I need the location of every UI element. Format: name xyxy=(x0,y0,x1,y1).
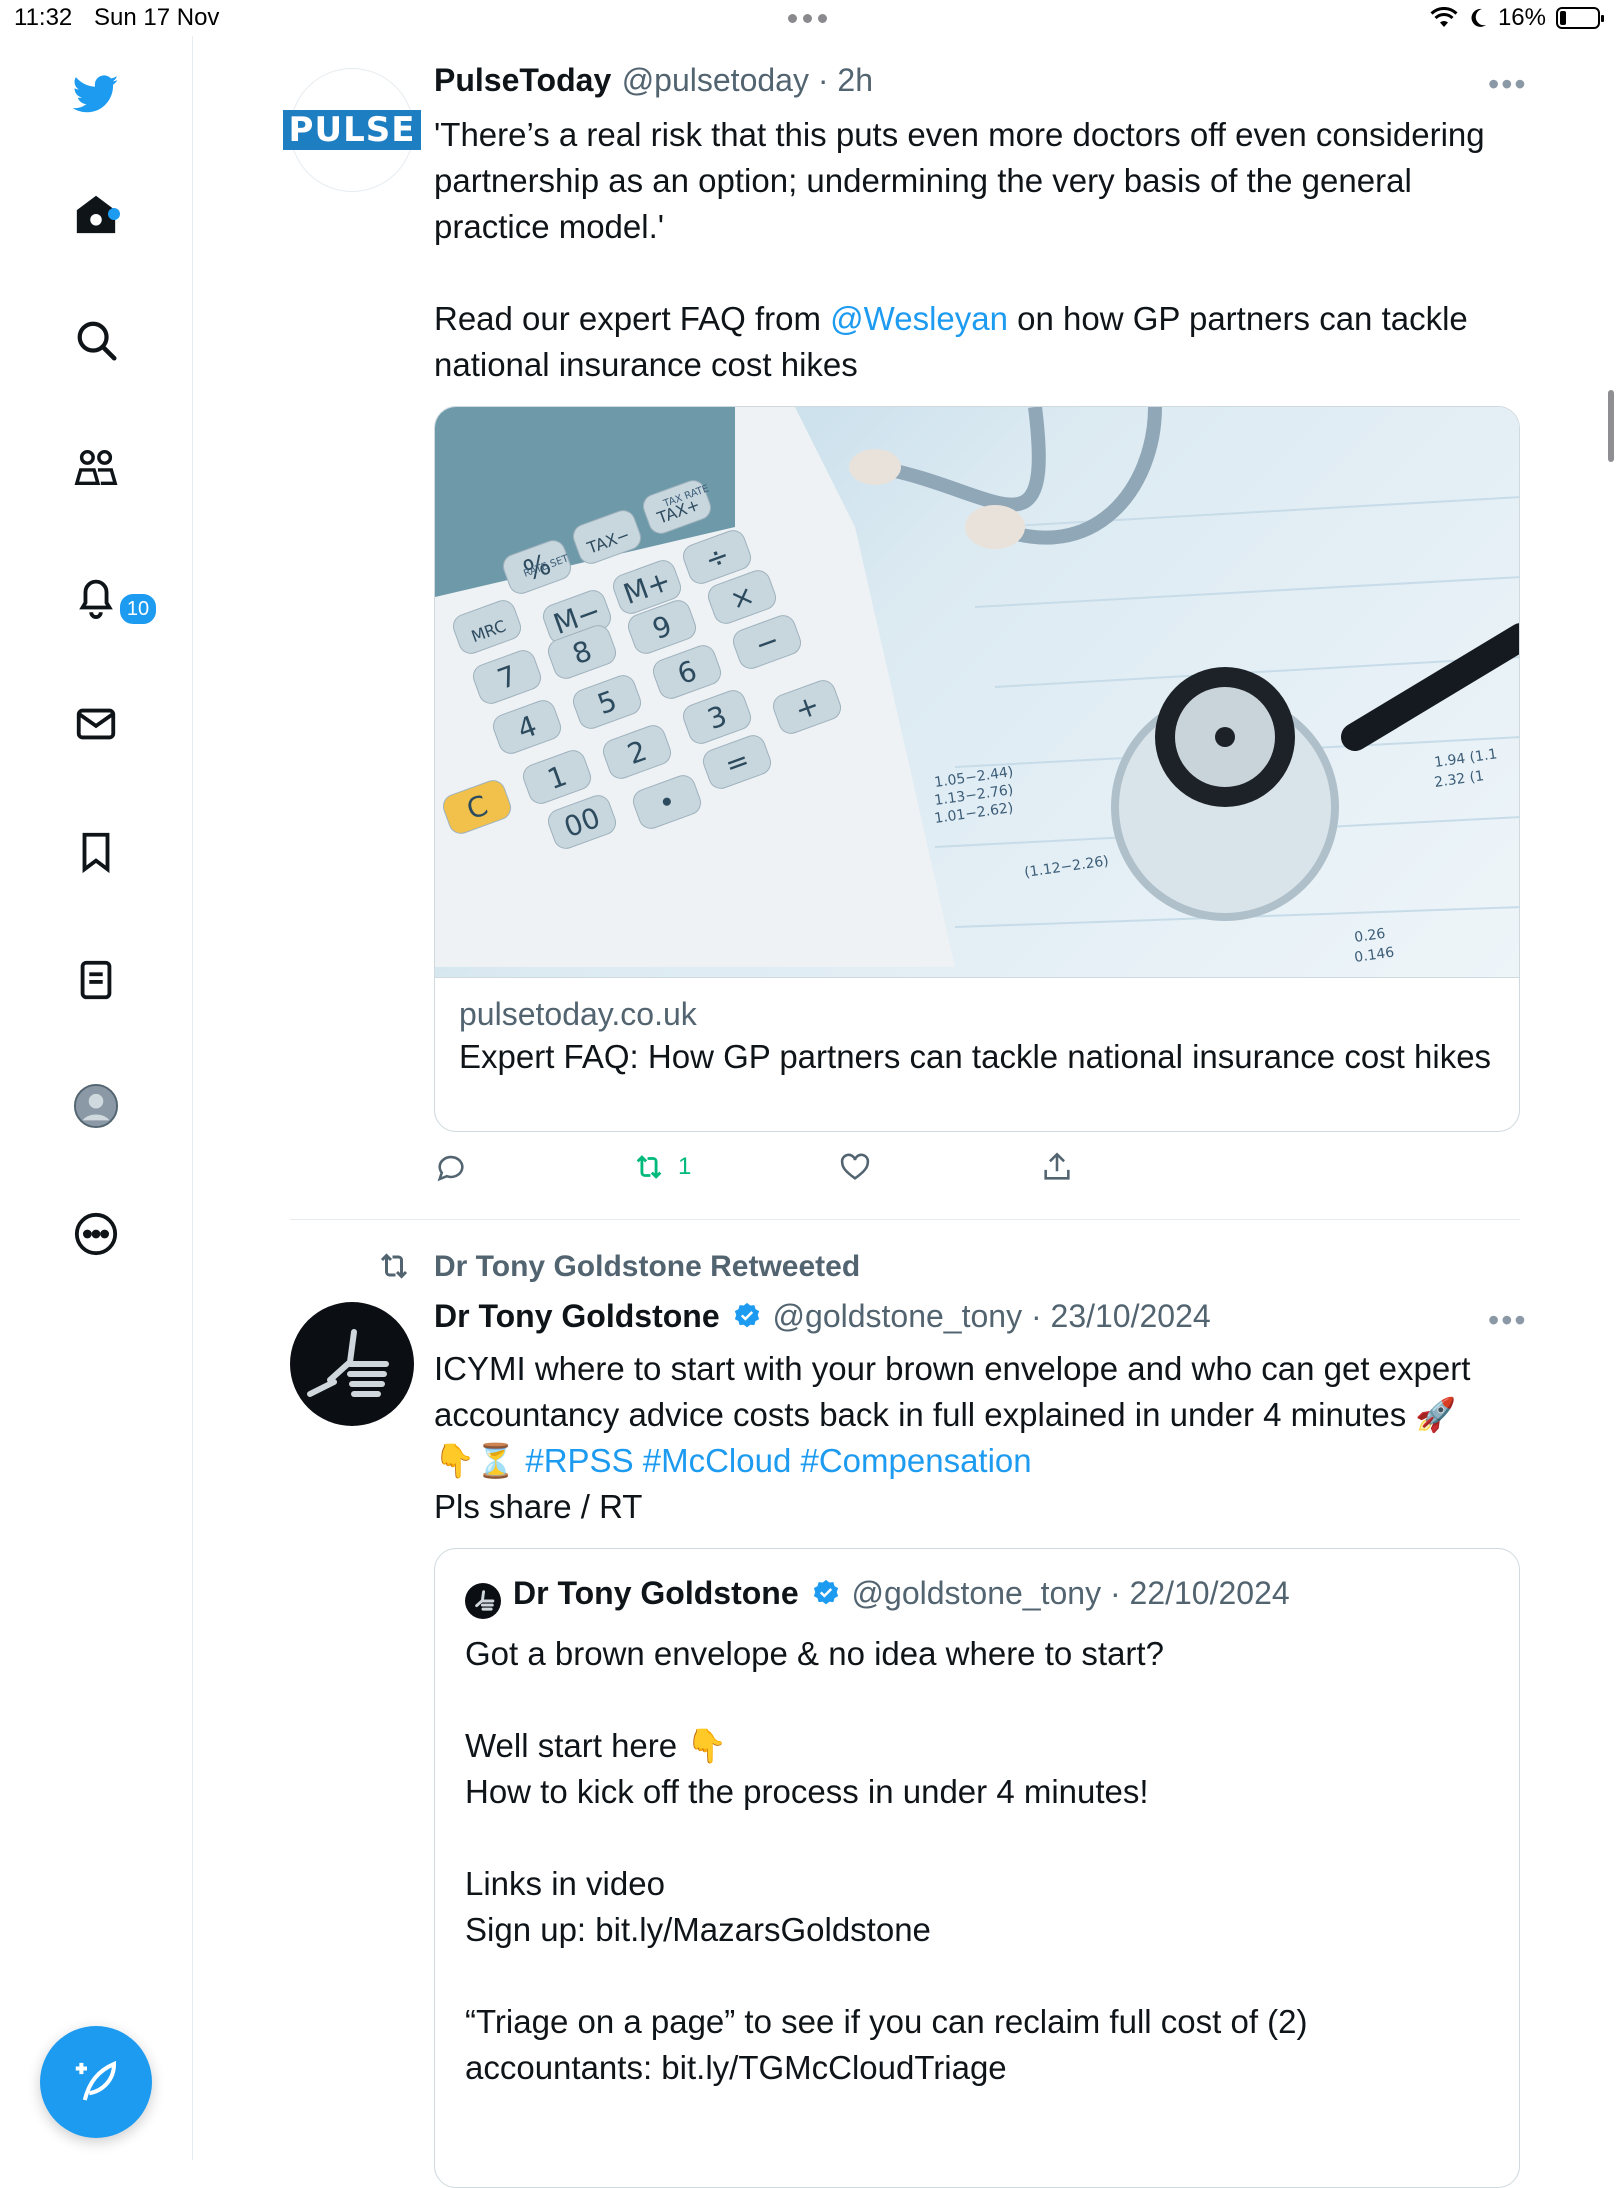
tweet-text: 'There’s a real risk that this puts even… xyxy=(434,116,1494,245)
more-options-icon[interactable]: ••• xyxy=(1488,1302,1528,1339)
quoted-tweet[interactable]: Dr Tony Goldstone @goldstone_tony · 22/1… xyxy=(434,1548,1520,2188)
pulsetoday-avatar[interactable]: PULSE xyxy=(282,68,422,192)
quoted-header: Dr Tony Goldstone @goldstone_tony · 22/1… xyxy=(513,1575,1290,1612)
tweet-text-part: Read our expert FAQ from xyxy=(434,300,831,337)
goldstone-avatar[interactable] xyxy=(290,1302,414,1426)
notifications-icon[interactable] xyxy=(70,570,122,622)
handle-and-time[interactable]: @pulsetoday · 2h xyxy=(622,62,873,98)
reply-button[interactable] xyxy=(434,1150,468,1184)
display-name[interactable]: PulseToday xyxy=(434,62,611,98)
quoted-avatar xyxy=(465,1583,501,1619)
battery-icon xyxy=(1556,7,1604,29)
quoted-text-line: accountants: bit.ly/TGMcCloudTriage xyxy=(465,2049,1007,2086)
mention-link[interactable]: @Wesleyan xyxy=(830,300,1008,337)
tweet-divider xyxy=(290,1219,1520,1220)
quoted-text-line: How to kick off the process in under 4 m… xyxy=(465,1773,1149,1810)
share-button[interactable] xyxy=(1040,1150,1074,1184)
messages-icon[interactable] xyxy=(70,698,122,750)
quoted-text-line: Well start here 👇 xyxy=(465,1727,728,1764)
emoji-text: 👇⏳ xyxy=(434,1442,526,1479)
tweet-text-last-line: Pls share / RT xyxy=(434,1488,643,1525)
hashtag-links[interactable]: #RPSS #McCloud #Compensation xyxy=(525,1442,1031,1479)
explore-icon[interactable] xyxy=(70,314,122,366)
home-unread-dot xyxy=(108,208,120,220)
lists-icon[interactable] xyxy=(70,954,122,1006)
profile-icon[interactable] xyxy=(70,1080,122,1132)
card-title: Expert FAQ: How GP partners can tackle n… xyxy=(459,1038,1492,1075)
more-options-icon[interactable]: ••• xyxy=(1488,66,1528,103)
more-icon[interactable] xyxy=(70,1208,122,1260)
retweeted-icon xyxy=(374,1248,414,1289)
quoted-text-line: Links in video xyxy=(465,1865,665,1902)
multitasking-dots-icon[interactable] xyxy=(788,10,838,23)
tweet-header: PulseToday @pulsetoday · 2h xyxy=(434,62,873,99)
battery-fill xyxy=(1560,11,1566,25)
svg-text:0.26: 0.26 xyxy=(1353,926,1386,946)
pulse-logo: PULSE xyxy=(282,110,422,150)
status-date: Sun 17 Nov xyxy=(94,4,220,31)
tweet-hashtag-line: 👇⏳ #RPSS #McCloud #Compensation xyxy=(434,1438,1524,1484)
link-card[interactable]: 1.05−2.44) 1.13−2.76) 1.01−2.62) (1.12−2… xyxy=(434,406,1520,1132)
communities-icon[interactable] xyxy=(70,442,122,494)
reply-icon xyxy=(437,1155,464,1182)
notifications-badge: 10 xyxy=(118,592,158,626)
tweet-header: Dr Tony Goldstone @goldstone_tony · 23/1… xyxy=(434,1298,1211,1335)
scroll-indicator[interactable] xyxy=(1608,390,1614,462)
xray-thumbs-up-image xyxy=(307,1329,389,1397)
calculator-stethoscope-image: 1.05−2.44) 1.13−2.76) 1.01−2.62) (1.12−2… xyxy=(435,407,1519,967)
svg-text:2.32 (1: 2.32 (1 xyxy=(1433,768,1485,791)
wifi-icon xyxy=(1430,7,1458,27)
quoted-text-line: Got a brown envelope & no idea where to … xyxy=(465,1635,1164,1672)
quoted-text-line: “Triage on a page” to see if you can rec… xyxy=(465,2003,1308,2040)
retweet-button[interactable]: 1 xyxy=(632,1150,691,1184)
retweeted-by-label[interactable]: Dr Tony Goldstone Retweeted xyxy=(434,1250,860,1284)
handle-and-time[interactable]: @goldstone_tony · 23/10/2024 xyxy=(773,1298,1211,1334)
twitter-logo-icon[interactable] xyxy=(70,68,122,120)
display-name[interactable]: Dr Tony Goldstone xyxy=(434,1298,720,1334)
moon-icon xyxy=(1471,8,1486,27)
tweet-text: ICYMI where to start with your brown env… xyxy=(434,1350,1480,1433)
svg-text:0.146: 0.146 xyxy=(1353,945,1395,966)
retweet-count: 1 xyxy=(678,1153,692,1180)
svg-text:1.94 (1.1: 1.94 (1.1 xyxy=(1433,746,1498,771)
card-domain: pulsetoday.co.uk xyxy=(459,996,697,1032)
bookmarks-icon[interactable] xyxy=(70,826,122,878)
card-footer[interactable]: pulsetoday.co.uk Expert FAQ: How GP part… xyxy=(435,977,1519,1131)
tweet-text-second-paragraph: Read our expert FAQ from @Wesleyan on ho… xyxy=(434,296,1524,388)
quoted-blank-line xyxy=(465,1815,1495,1861)
sidebar-nav: 10 xyxy=(0,36,193,2160)
like-button[interactable] xyxy=(838,1150,872,1184)
svg-text:(1.12−2.26): (1.12−2.26) xyxy=(1023,853,1109,881)
quoted-text-line: Sign up: bit.ly/MazarsGoldstone xyxy=(465,1911,931,1948)
card-image[interactable]: 1.05−2.44) 1.13−2.76) 1.01−2.62) (1.12−2… xyxy=(435,407,1519,977)
tweet-actions: 1 xyxy=(434,1150,1520,1190)
compose-icon xyxy=(75,2060,117,2101)
heart-icon xyxy=(840,1153,870,1180)
quoted-handle-and-time: @goldstone_tony · 22/10/2024 xyxy=(851,1575,1290,1611)
quoted-text: Got a brown envelope & no idea where to … xyxy=(465,1631,1495,2091)
verified-badge-icon xyxy=(734,1302,760,1328)
battery-percent: 16% xyxy=(1497,4,1546,31)
retweet-icon xyxy=(636,1155,662,1179)
quoted-display-name: Dr Tony Goldstone xyxy=(513,1575,799,1611)
status-time: 11:32 xyxy=(14,4,73,31)
quoted-blank-line xyxy=(465,1953,1495,1999)
verified-badge-icon xyxy=(813,1579,839,1605)
compose-button[interactable] xyxy=(40,2026,152,2138)
share-icon xyxy=(1044,1152,1070,1180)
quoted-blank-line xyxy=(465,1677,1495,1723)
status-indicators: 16% xyxy=(1430,4,1604,32)
